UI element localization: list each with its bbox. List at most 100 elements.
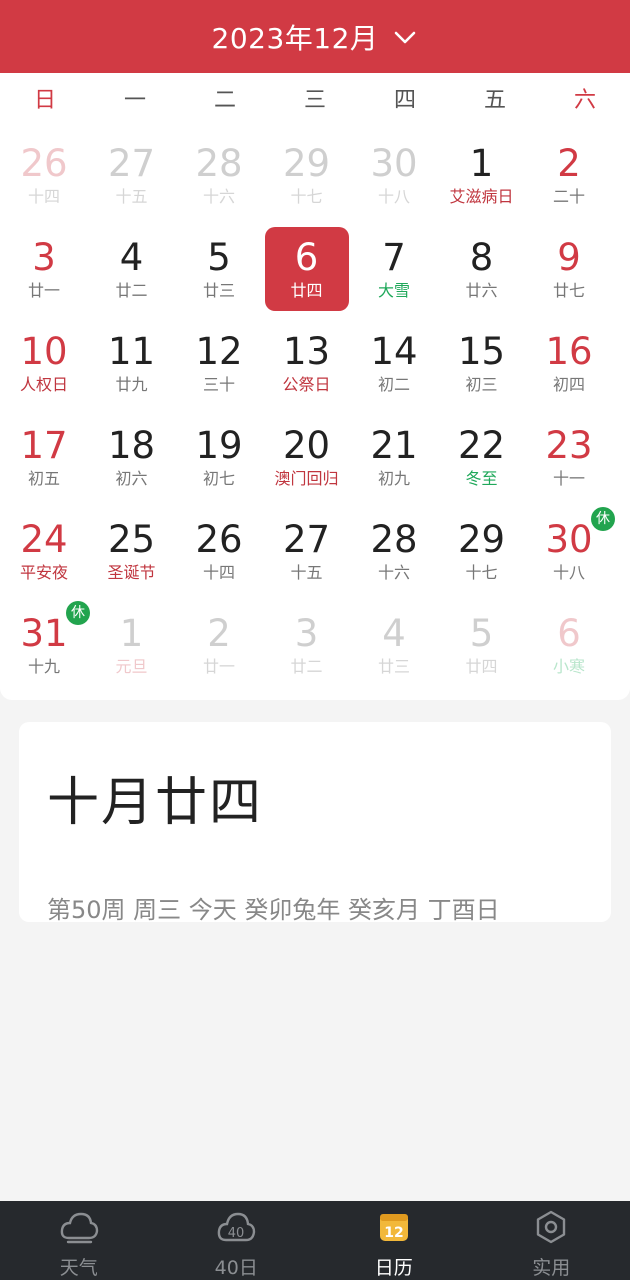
day-number: 28	[370, 518, 418, 561]
festival-label: 圣诞节	[107, 563, 156, 582]
day-cell[interactable]: 23 十一	[527, 415, 611, 499]
festival-label: 人权日	[19, 375, 68, 394]
lunar-day-label: 十五	[290, 563, 323, 582]
lunar-day-label: 廿一	[27, 281, 60, 300]
solar-term-label: 小寒	[552, 657, 585, 676]
day-number: 2	[557, 142, 581, 185]
lunar-day-label: 十八	[552, 563, 585, 582]
month-selector[interactable]: 2023年12月	[212, 17, 379, 57]
day-cell[interactable]: 26 十四	[177, 509, 261, 593]
day-cell[interactable]: 7 大雪	[352, 227, 436, 311]
lunar-day-label: 十四	[202, 563, 235, 582]
day-cell[interactable]: 29 十七	[265, 133, 349, 217]
festival-label: 公祭日	[282, 375, 331, 394]
nav-label: 日历	[374, 1257, 413, 1279]
festival-label: 元旦	[115, 657, 148, 676]
day-cell[interactable]: 5 廿四	[440, 603, 524, 687]
day-cell[interactable]: 30 十八 休	[527, 507, 615, 593]
day-cell[interactable]: 28 十六	[352, 509, 436, 593]
lunar-day-label: 廿六	[465, 281, 498, 300]
day-cell[interactable]: 2 二十	[527, 133, 611, 217]
weekday-label: 三	[303, 88, 326, 113]
day-cell[interactable]: 17 初五	[2, 415, 86, 499]
day-number: 11	[107, 330, 156, 373]
day-cell[interactable]: 27 十五	[265, 509, 349, 593]
day-number: 5	[469, 612, 494, 655]
day-number: 5	[207, 236, 231, 279]
day-cell[interactable]: 30 十八	[352, 133, 436, 217]
day-cell[interactable]: 31 十九 休	[2, 601, 90, 687]
day-cell[interactable]: 22 冬至	[440, 415, 524, 499]
day-cell[interactable]: 26 十四	[2, 133, 86, 217]
day-number: 7	[382, 236, 406, 279]
svg-text:12: 12	[384, 1225, 403, 1241]
day-cell[interactable]: 15 初三	[440, 321, 524, 405]
lunar-day-label: 初四	[552, 375, 585, 394]
day-cell[interactable]: 1 元旦	[90, 603, 174, 687]
day-cell[interactable]: 21 初九	[352, 415, 436, 499]
day-number: 28	[195, 142, 243, 185]
day-cell[interactable]: 24 平安夜	[2, 509, 86, 593]
day-number: 31	[20, 612, 68, 655]
day-number: 1	[469, 142, 494, 185]
nav-label: 天气	[59, 1257, 98, 1279]
day-number: 20	[282, 424, 331, 467]
day-number: 29	[457, 518, 506, 561]
day-cell[interactable]: 5 廿三	[177, 227, 261, 311]
day-number: 30	[545, 518, 593, 561]
day-cell[interactable]: 12 三十	[177, 321, 261, 405]
lunar-day-label: 廿四	[290, 281, 323, 300]
day-cell[interactable]: 28 十六	[177, 133, 261, 217]
lunar-day-label: 初九	[377, 469, 410, 488]
day-number: 18	[107, 424, 156, 467]
day-cell[interactable]: 16 初四	[527, 321, 611, 405]
day-number: 29	[282, 142, 331, 185]
day-cell[interactable]: 3 廿一	[2, 227, 86, 311]
day-cell[interactable]: 3 廿二	[265, 603, 349, 687]
nav-tab-calendar[interactable]: 12 日历	[315, 1201, 473, 1280]
day-number: 3	[32, 236, 56, 279]
day-number: 16	[545, 330, 593, 373]
day-cell[interactable]: 14 初二	[352, 321, 436, 405]
nav-tab-40-day[interactable]: 40 40日	[158, 1201, 316, 1280]
chevron-down-icon[interactable]	[392, 24, 418, 50]
day-cell-selected[interactable]: 6 廿四	[264, 227, 349, 311]
day-cell[interactable]: 4 廿二	[90, 227, 174, 311]
day-cell[interactable]: 1 艾滋病日	[440, 133, 524, 217]
day-cell[interactable]: 29 十七	[440, 509, 524, 593]
day-cell[interactable]: 20 澳门回归	[265, 415, 349, 499]
lunar-day-label: 十六	[202, 187, 235, 206]
lunar-day-label: 廿二	[115, 281, 148, 300]
lunar-day-label: 初六	[115, 469, 148, 488]
day-number: 6	[294, 236, 319, 279]
festival-label: 平安夜	[19, 563, 68, 582]
nav-tab-tools[interactable]: 实用	[473, 1201, 630, 1280]
day-cell[interactable]: 6 小寒	[527, 603, 611, 687]
day-cell[interactable]: 2 廿一	[177, 603, 261, 687]
day-cell[interactable]: 8 廿六	[440, 227, 524, 311]
day-number: 6	[557, 612, 581, 655]
day-number: 26	[20, 142, 68, 185]
day-cell[interactable]: 9 廿七	[527, 227, 611, 311]
day-cell[interactable]: 25 圣诞节	[90, 509, 174, 593]
holiday-badge: 休	[66, 601, 90, 625]
day-number: 26	[195, 518, 243, 561]
day-number: 8	[469, 236, 494, 279]
calendar-card: 日 一 二 三 四 五 六 26 十四 27 十五 28 十六 29 十七 30 十八 1 艾滋病日 2…	[0, 73, 630, 700]
day-cell[interactable]: 13 公祭日	[265, 321, 349, 405]
day-cell[interactable]: 11 廿九	[90, 321, 174, 405]
day-number: 22	[457, 424, 506, 467]
day-number: 3	[294, 612, 319, 655]
day-number: 2	[207, 612, 231, 655]
day-number: 30	[370, 142, 418, 185]
nav-label: 40日	[214, 1257, 258, 1279]
day-cell[interactable]: 27 十五	[90, 133, 174, 217]
day-cell[interactable]: 4 廿三	[352, 603, 436, 687]
day-number: 23	[545, 424, 593, 467]
lunar-day-label: 十六	[377, 563, 410, 582]
nav-tab-weather[interactable]: 天气	[0, 1201, 158, 1280]
day-cell[interactable]: 18 初六	[90, 415, 174, 499]
lunar-day-label: 廿二	[290, 657, 323, 676]
day-cell[interactable]: 19 初七	[177, 415, 261, 499]
day-cell[interactable]: 10 人权日	[2, 321, 86, 405]
